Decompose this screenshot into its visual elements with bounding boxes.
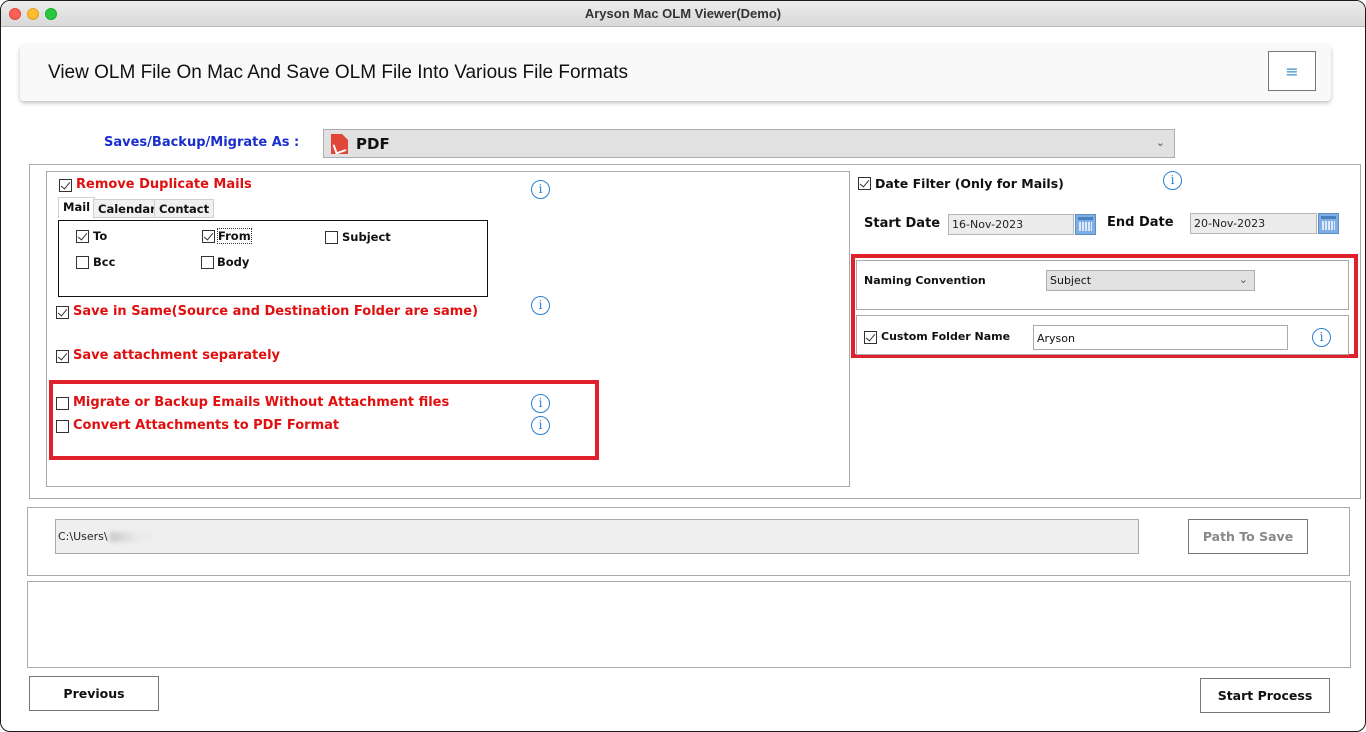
tab-mail[interactable]: Mail [58, 197, 96, 218]
destination-path-input[interactable]: C:\Users\ [55, 519, 1139, 554]
field-bcc-checkbox[interactable] [76, 256, 89, 269]
title-bar: Aryson Mac OLM Viewer(Demo) [1, 1, 1365, 27]
field-from-checkbox[interactable] [202, 230, 215, 243]
chevron-down-icon: ⌄ [1238, 273, 1248, 286]
app-window: Aryson Mac OLM Viewer(Demo) View OLM Fil… [0, 0, 1366, 732]
save-in-same-label: Save in Same(Source and Destination Fold… [73, 304, 479, 319]
page-title: View OLM File On Mac And Save OLM File I… [48, 62, 629, 83]
end-date-calendar-icon[interactable] [1318, 213, 1339, 234]
end-date-input[interactable]: 20-Nov-2023 [1190, 213, 1317, 234]
remove-duplicates-info-icon[interactable]: i [531, 180, 550, 199]
naming-convention-label: Naming Convention [864, 274, 986, 287]
chevron-down-icon: ⌄ [1155, 136, 1165, 149]
redacted-username [109, 532, 160, 542]
naming-convention-select[interactable]: Subject ⌄ [1046, 270, 1255, 291]
start-date-calendar-icon[interactable] [1075, 214, 1096, 235]
convert-attachments-pdf-info-icon[interactable]: i [531, 416, 550, 435]
save-attachment-checkbox[interactable] [56, 350, 69, 363]
window-title: Aryson Mac OLM Viewer(Demo) [584, 6, 782, 21]
date-filter-label: Date Filter (Only for Mails) [875, 176, 1064, 191]
custom-folder-label: Custom Folder Name [881, 330, 1011, 343]
start-process-button[interactable]: Start Process [1200, 678, 1330, 713]
format-selected-value: PDF [356, 135, 390, 153]
date-filter-checkbox[interactable] [858, 177, 871, 190]
naming-convention-value: Subject [1050, 274, 1092, 287]
migrate-without-attachments-info-icon[interactable]: i [531, 394, 550, 413]
custom-folder-input[interactable]: Aryson [1033, 325, 1288, 350]
destination-path-value: C:\Users\ [58, 530, 108, 543]
field-from-label: From [217, 228, 252, 244]
start-date-label: Start Date [864, 216, 941, 231]
field-subject-checkbox[interactable] [325, 231, 338, 244]
tab-contact[interactable]: Contact [154, 199, 215, 218]
format-select[interactable]: PDF ⌄ [323, 129, 1175, 158]
custom-folder-checkbox[interactable] [864, 331, 877, 344]
save-attachment-label: Save attachment separately [73, 348, 281, 363]
menu-button[interactable]: ≡ [1268, 51, 1316, 91]
header-card: View OLM File On Mac And Save OLM File I… [20, 45, 1331, 101]
log-area [27, 581, 1351, 668]
pdf-icon [331, 134, 348, 154]
field-body-label: Body [217, 255, 250, 269]
migrate-without-attachments-checkbox[interactable] [56, 397, 69, 410]
start-date-input[interactable]: 16-Nov-2023 [948, 214, 1074, 235]
date-filter-info-icon[interactable]: i [1163, 171, 1182, 190]
save-in-same-checkbox[interactable] [56, 306, 69, 319]
tab-calendar[interactable]: Calendar [93, 199, 161, 218]
field-to-label: To [93, 229, 108, 243]
previous-button[interactable]: Previous [29, 676, 159, 711]
field-to-checkbox[interactable] [76, 230, 89, 243]
field-body-checkbox[interactable] [201, 256, 214, 269]
mail-fields-panel [58, 220, 488, 297]
options-frame-edge [1360, 164, 1361, 499]
field-subject-label: Subject [342, 230, 391, 244]
migrate-without-attachments-label: Migrate or Backup Emails Without Attachm… [73, 395, 450, 410]
end-date-label: End Date [1107, 215, 1174, 230]
save-in-same-info-icon[interactable]: i [531, 296, 550, 315]
field-bcc-label: Bcc [93, 255, 116, 269]
path-to-save-button[interactable]: Path To Save [1188, 519, 1308, 554]
convert-attachments-pdf-label: Convert Attachments to PDF Format [73, 418, 340, 433]
convert-attachments-pdf-checkbox[interactable] [56, 420, 69, 433]
save-as-label: Saves/Backup/Migrate As : [104, 135, 300, 150]
custom-folder-info-icon[interactable]: i [1312, 328, 1331, 347]
hamburger-icon: ≡ [1285, 61, 1299, 81]
remove-duplicates-label: Remove Duplicate Mails [76, 177, 252, 192]
remove-duplicates-checkbox[interactable] [59, 179, 72, 192]
